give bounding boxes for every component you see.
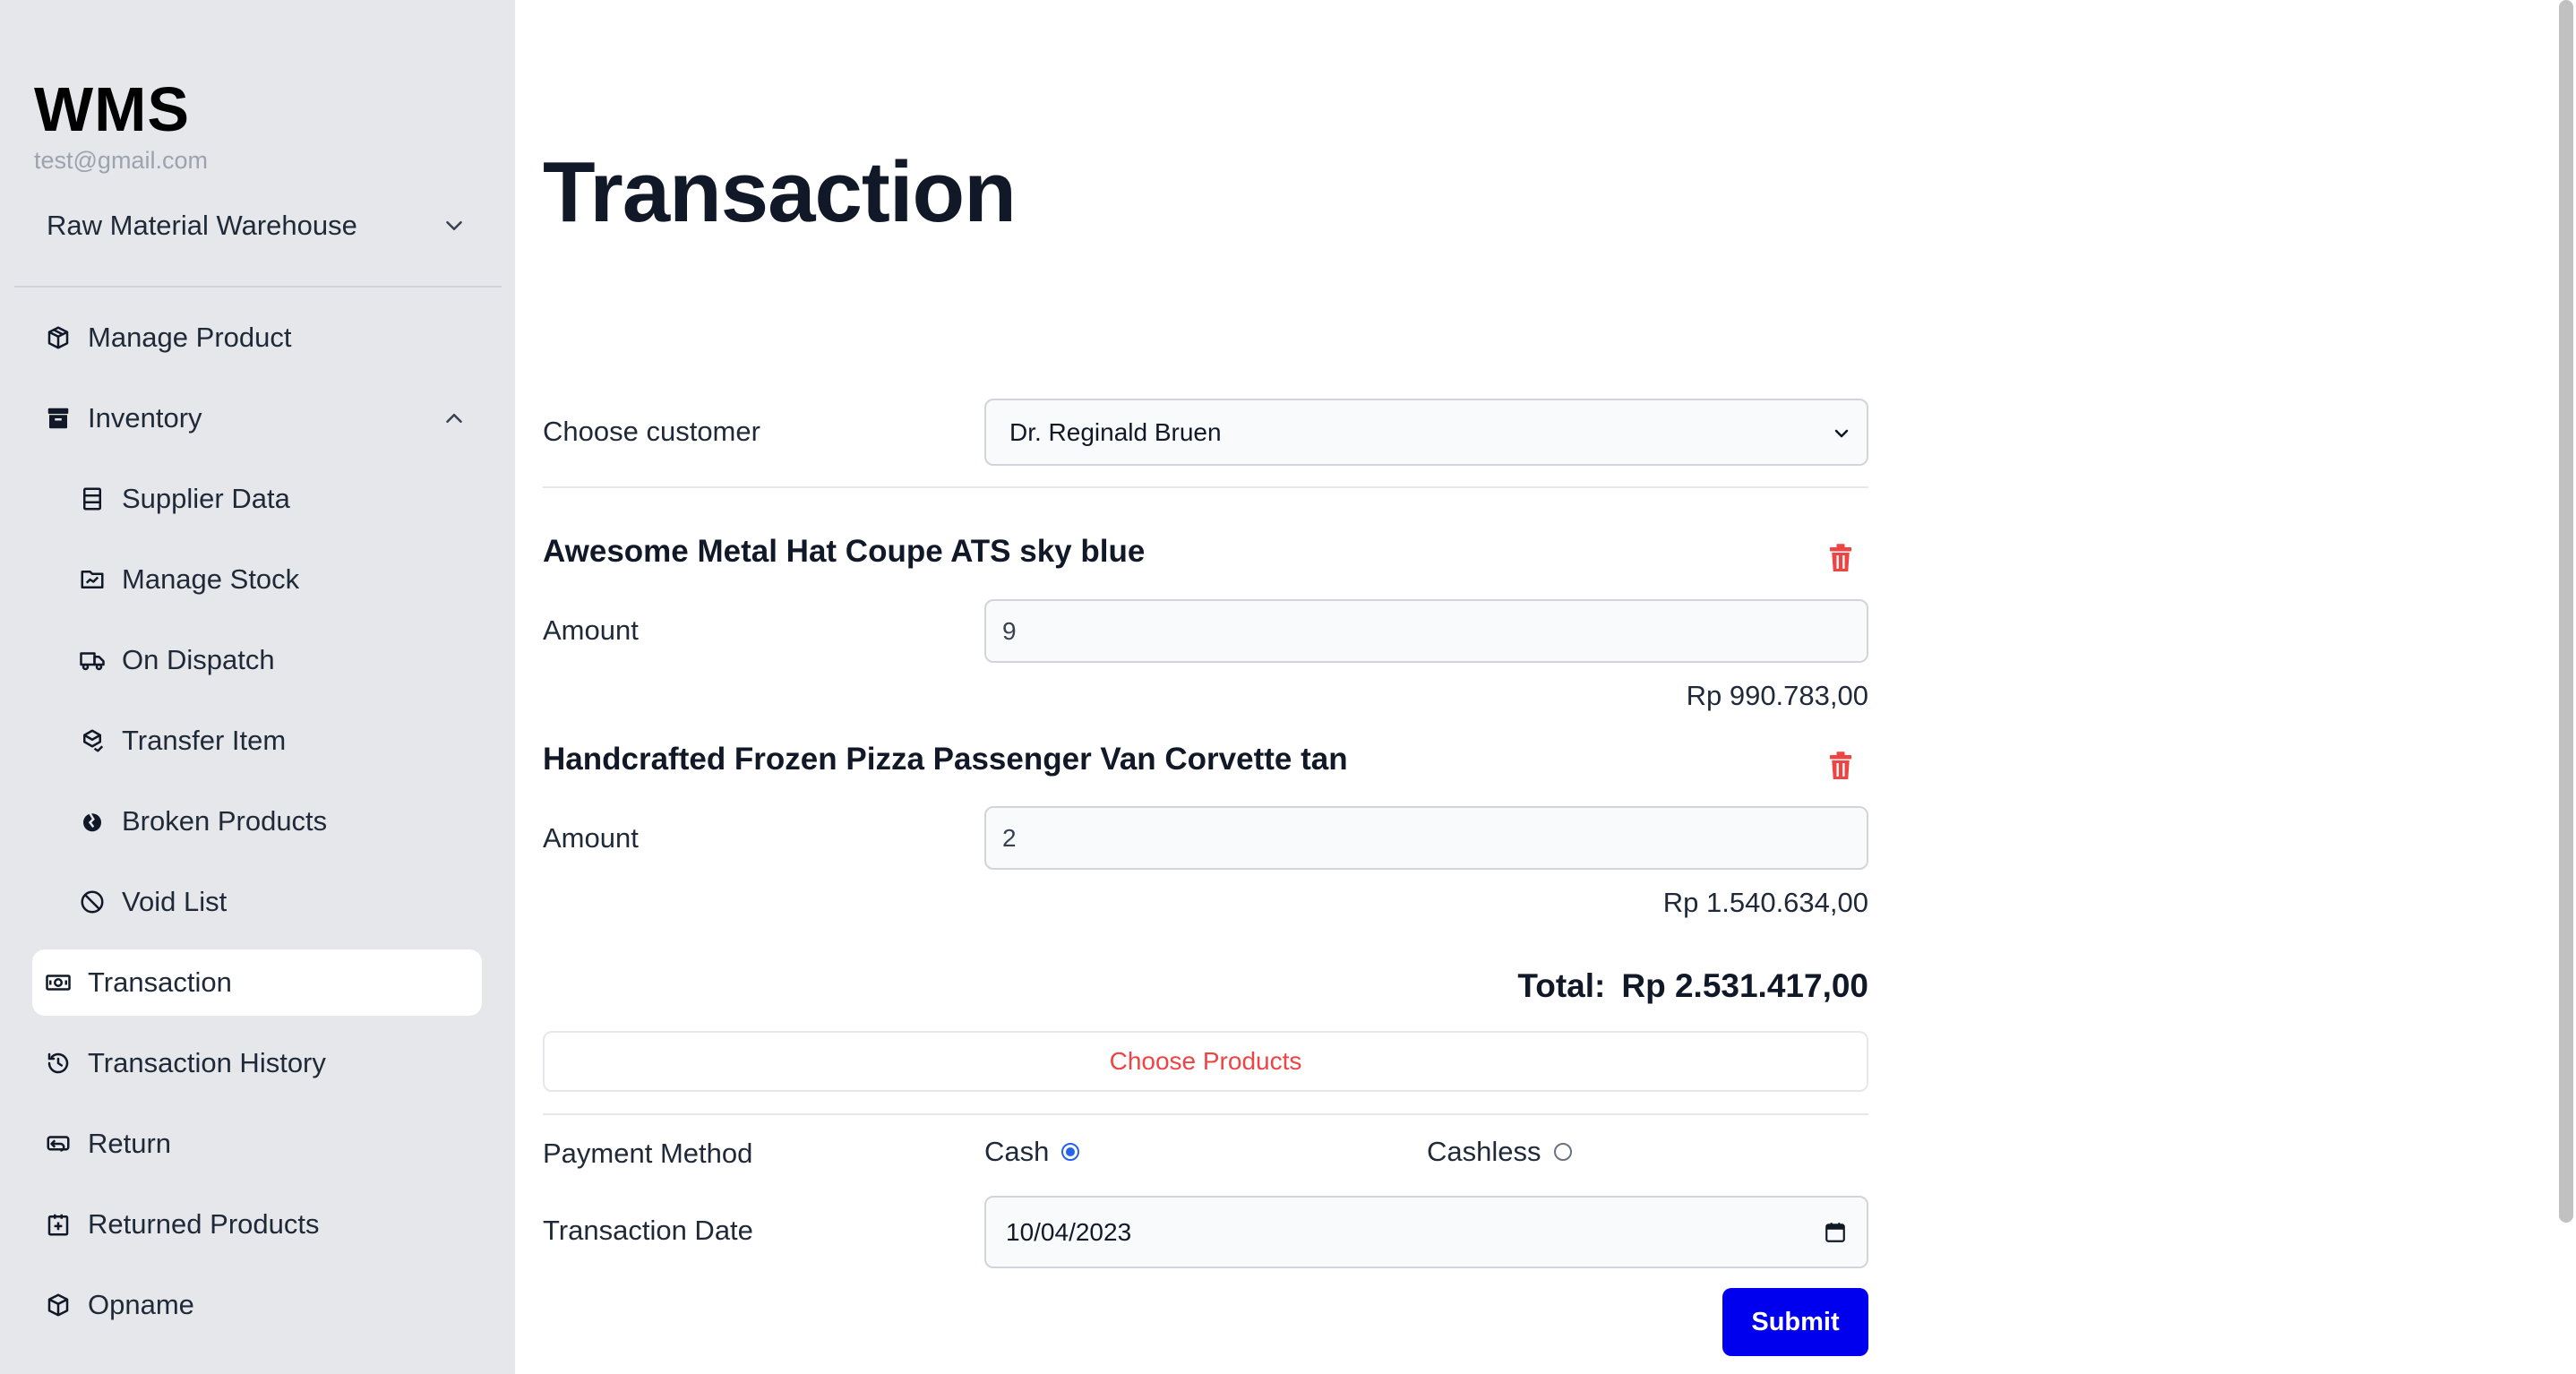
payment-method-label: Payment Method [543,1138,753,1169]
customer-select-value: Dr. Reginald Bruen [1009,417,1222,446]
sidebar-item-return[interactable]: Return [32,1111,482,1177]
sidebar-item-inventory[interactable]: Inventory [32,385,482,451]
sidebar-item-label: Returned Products [88,1208,320,1240]
sidebar-item-manage-product[interactable]: Manage Product [32,305,482,371]
amount-input[interactable]: 2 [984,806,1868,870]
section-divider [543,1113,1868,1115]
total-label: Total: [1517,967,1606,1004]
sidebar-item-label: Broken Products [122,805,328,837]
history-icon [45,1050,72,1077]
product-name: Handcrafted Frozen Pizza Passenger Van C… [543,742,1348,777]
product-box-icon [45,324,72,351]
page-title: Transaction [543,144,1017,240]
scrollbar-thumb[interactable] [2559,0,2573,1223]
sidebar-item-transaction[interactable]: Transaction [32,949,482,1016]
sidebar-item-transaction-history[interactable]: Transaction History [32,1030,482,1096]
sidebar-item-label: Manage Stock [122,563,300,595]
choose-products-button[interactable]: Choose Products [543,1031,1868,1092]
sidebar-item-void-list[interactable]: Void List [32,869,482,935]
submit-button[interactable]: Submit [1722,1288,1868,1356]
sidebar-item-label: Transfer Item [122,725,287,756]
sidebar-item-label: Manage Product [88,322,292,353]
sidebar-item-label: Void List [122,886,228,917]
product-price: Rp 990.783,00 [1686,680,1868,711]
archive-icon [45,405,72,432]
list-icon [79,485,106,512]
sidebar: WMS test@gmail.com Raw Material Warehous… [0,0,515,1374]
money-icon [45,969,72,996]
sidebar-item-transfer-item[interactable]: Transfer Item [32,708,482,774]
return-icon [45,1130,72,1157]
trash-icon[interactable] [1827,751,1854,781]
sidebar-item-label: On Dispatch [122,644,275,675]
sidebar-item-label: Inventory [88,402,202,434]
scrollbar-track[interactable] [2556,0,2576,1374]
amount-label: Amount [543,822,639,854]
transaction-date-label: Transaction Date [543,1215,753,1246]
sidebar-item-on-dispatch[interactable]: On Dispatch [32,627,482,693]
warehouse-select[interactable]: Raw Material Warehouse [47,202,468,249]
sidebar-item-label: Transaction History [88,1047,326,1078]
total-row: Total: Rp 2.531.417,00 [1517,967,1868,1005]
sidebar-item-label: Opname [88,1289,194,1320]
brand-logo: WMS [34,74,191,144]
product-price: Rp 1.540.634,00 [1662,887,1868,918]
payment-cashless-radio[interactable] [1553,1143,1572,1161]
sidebar-item-broken-products[interactable]: Broken Products [32,788,482,854]
payment-cash-label: Cash [984,1136,1050,1167]
customer-label: Choose customer [543,416,760,447]
sidebar-item-supplier-data[interactable]: Supplier Data [32,466,482,532]
user-email: test@gmail.com [34,147,208,174]
chevron-down-icon [441,212,468,239]
stock-icon [79,566,106,593]
payment-cashless-label: Cashless [1427,1136,1541,1167]
chevron-down-icon [1831,422,1852,443]
returned-box-icon [45,1211,72,1238]
total-value: Rp 2.531.417,00 [1621,967,1868,1004]
amount-input[interactable]: 9 [984,599,1868,663]
amount-label: Amount [543,614,639,646]
product-name: Awesome Metal Hat Coupe ATS sky blue [543,534,1146,569]
payment-cashless-option[interactable]: Cashless [1427,1136,1572,1168]
cube-icon [45,1292,72,1318]
broken-icon [79,808,106,835]
customer-select[interactable]: Dr. Reginald Bruen [984,399,1868,466]
sidebar-item-label: Return [88,1128,172,1159]
sidebar-item-label: Transaction [88,966,232,998]
ban-icon [79,889,106,915]
transfer-icon [79,727,106,754]
payment-cash-option[interactable]: Cash [984,1136,1080,1168]
sidebar-item-returned-products[interactable]: Returned Products [32,1191,482,1258]
transaction-date-input[interactable]: 10/04/2023 [984,1196,1868,1268]
sidebar-divider [14,286,502,288]
calendar-icon[interactable] [1824,1221,1847,1244]
truck-icon [79,647,106,674]
sidebar-item-manage-stock[interactable]: Manage Stock [32,546,482,613]
transaction-date-value: 10/04/2023 [1006,1217,1132,1246]
warehouse-select-label: Raw Material Warehouse [47,210,357,241]
payment-cash-radio[interactable] [1061,1143,1080,1161]
section-divider [543,486,1868,488]
trash-icon[interactable] [1827,543,1854,573]
sidebar-item-label: Supplier Data [122,483,290,514]
sidebar-item-opname[interactable]: Opname [32,1272,482,1338]
chevron-up-icon [441,405,468,432]
